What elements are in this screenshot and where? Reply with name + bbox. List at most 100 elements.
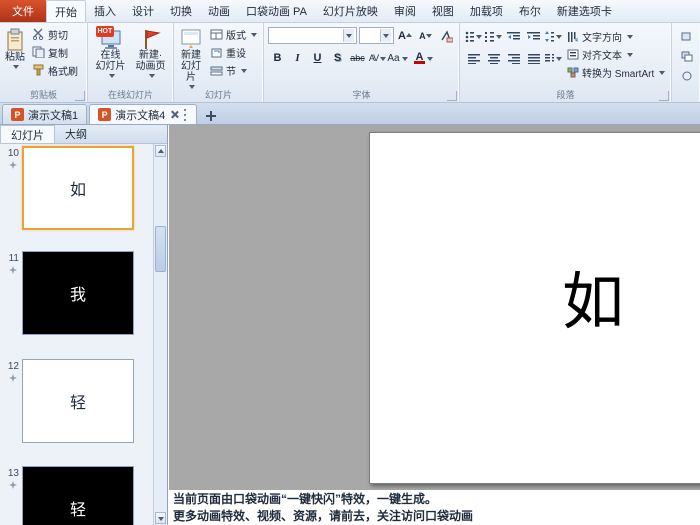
tab-pocket-animation[interactable]: 口袋动画 PA	[238, 0, 315, 22]
new-slide-label-1: 新建	[181, 50, 201, 61]
numbering-icon	[485, 31, 494, 42]
animation-star-icon[interactable]	[9, 161, 19, 169]
slide-thumbnail-10[interactable]: 10 如	[0, 146, 153, 242]
text-direction-button[interactable]: 文字方向	[563, 27, 669, 45]
underline-label: U	[313, 52, 322, 64]
slide-canvas[interactable]: 如	[169, 125, 700, 490]
paste-button[interactable]: 粘贴	[2, 25, 28, 79]
font-size-combo[interactable]	[358, 27, 394, 44]
slide-text[interactable]: 如	[562, 251, 624, 341]
quick-styles-button[interactable]	[678, 67, 697, 85]
shapes-button[interactable]	[678, 27, 697, 45]
align-text-button[interactable]: 对齐文本	[563, 45, 669, 63]
close-tab-icon[interactable]	[169, 109, 180, 120]
tab-animation[interactable]: 动画	[200, 0, 238, 22]
current-slide[interactable]: 如	[369, 132, 700, 484]
new-slide-icon	[180, 28, 202, 50]
italic-button[interactable]: I	[288, 49, 307, 67]
align-center-button[interactable]	[484, 49, 503, 67]
justify-button[interactable]	[524, 49, 543, 67]
strikethrough-label: abc	[350, 53, 365, 63]
panel-tab-slides[interactable]: 幻灯片	[0, 125, 55, 143]
columns-button[interactable]	[544, 49, 563, 67]
justify-icon	[527, 53, 540, 64]
panel-scrollbar[interactable]	[153, 144, 167, 525]
grow-font-button[interactable]: A	[396, 27, 414, 45]
tab-boolean[interactable]: 布尔	[511, 0, 549, 22]
tab-menu-icon[interactable]	[184, 108, 188, 121]
font-size-dropdown-icon[interactable]	[379, 29, 391, 42]
tab-home[interactable]: 开始	[46, 0, 86, 22]
slide-thumbnail-12[interactable]: 12 轻	[0, 359, 153, 455]
layout-button[interactable]: 版式	[206, 25, 261, 43]
panel-tab-outline[interactable]: 大纲	[55, 125, 97, 143]
reset-label: 重设	[226, 48, 246, 60]
bullets-button[interactable]	[464, 27, 483, 45]
doc-tab-2[interactable]: P 演示文稿4	[89, 104, 198, 124]
font-family-dropdown-icon[interactable]	[342, 29, 354, 42]
tab-slideshow[interactable]: 幻灯片放映	[315, 0, 386, 22]
group-online-slides: HOT 在线 幻灯片 新建· 动画页 在线幻灯片	[88, 23, 174, 102]
shrink-font-button[interactable]: A	[416, 27, 434, 45]
font-family-combo[interactable]	[268, 27, 357, 44]
font-dialog-launcher-icon[interactable]	[447, 91, 457, 101]
tab-transitions[interactable]: 切换	[162, 0, 200, 22]
align-right-button[interactable]	[504, 49, 523, 67]
scroll-up-icon[interactable]	[155, 145, 166, 157]
increase-indent-button[interactable]	[524, 27, 543, 45]
decrease-indent-button[interactable]	[504, 27, 523, 45]
tab-addins[interactable]: 加载项	[462, 0, 511, 22]
hot-badge: HOT	[95, 26, 115, 37]
copy-icon	[32, 46, 45, 58]
slide-10-preview[interactable]: 如	[22, 146, 134, 230]
slide-thumbnail-13[interactable]: 13 轻	[0, 466, 153, 525]
slide-thumbnail-11[interactable]: 11 我	[0, 251, 153, 347]
decrease-indent-icon	[507, 31, 520, 39]
arrange-icon	[681, 51, 693, 61]
change-case-button[interactable]: Aa	[387, 49, 407, 67]
cut-button[interactable]: 剪切	[28, 25, 82, 43]
character-spacing-button[interactable]: AV	[368, 49, 387, 67]
strikethrough-button[interactable]: abc	[348, 49, 367, 67]
align-left-button[interactable]	[464, 49, 483, 67]
text-shadow-button[interactable]: S	[328, 49, 347, 67]
tab-view[interactable]: 视图	[424, 0, 462, 22]
slide-11-preview[interactable]: 我	[22, 251, 134, 335]
line-spacing-button[interactable]	[544, 27, 563, 45]
slide-13-preview[interactable]: 轻	[22, 466, 134, 525]
underline-button[interactable]: U	[308, 49, 327, 67]
tab-new-tab[interactable]: 新建选项卡	[549, 0, 620, 22]
tab-insert[interactable]: 插入	[86, 0, 124, 22]
convert-smartart-label: 转换为 SmartArt	[582, 68, 655, 80]
file-tab[interactable]: 文件	[0, 0, 46, 22]
new-slide-button[interactable]: 新建 幻灯片	[176, 25, 206, 91]
ribbon: 粘贴 剪切 复制 格式刷 剪贴板 HOT 在线 幻灯片 新建· 动画页 在线幻灯…	[0, 23, 700, 103]
clipboard-dialog-launcher-icon[interactable]	[75, 91, 85, 101]
bold-button[interactable]: B	[268, 49, 287, 67]
convert-smartart-button[interactable]: 转换为 SmartArt	[563, 63, 669, 81]
tab-review[interactable]: 审阅	[386, 0, 424, 22]
layout-label: 版式	[226, 30, 246, 42]
format-painter-button[interactable]: 格式刷	[28, 61, 82, 79]
slide-12-preview[interactable]: 轻	[22, 359, 134, 443]
section-button[interactable]: 节	[206, 61, 261, 79]
animation-star-icon[interactable]	[9, 266, 19, 274]
grow-font-label: A	[398, 30, 406, 42]
slide-12-number: 12	[7, 361, 19, 372]
new-animation-page-button[interactable]: 新建· 动画页	[133, 25, 169, 80]
numbering-button[interactable]	[484, 27, 503, 45]
animation-star-icon[interactable]	[9, 374, 19, 382]
reset-button[interactable]: 重设	[206, 43, 261, 61]
new-document-tab-button[interactable]	[203, 108, 219, 124]
arrange-button[interactable]	[678, 47, 697, 65]
clear-formatting-button[interactable]	[437, 27, 455, 45]
font-color-button[interactable]: A	[414, 49, 433, 67]
animation-star-icon[interactable]	[9, 481, 19, 489]
paragraph-dialog-launcher-icon[interactable]	[659, 91, 669, 101]
copy-button[interactable]: 复制	[28, 43, 82, 61]
scroll-down-icon[interactable]	[155, 512, 166, 524]
online-slide-button[interactable]: HOT 在线 幻灯片	[93, 25, 129, 80]
tab-design[interactable]: 设计	[124, 0, 162, 22]
doc-tab-1[interactable]: P 演示文稿1	[2, 104, 88, 124]
scrollbar-thumb[interactable]	[155, 226, 166, 272]
